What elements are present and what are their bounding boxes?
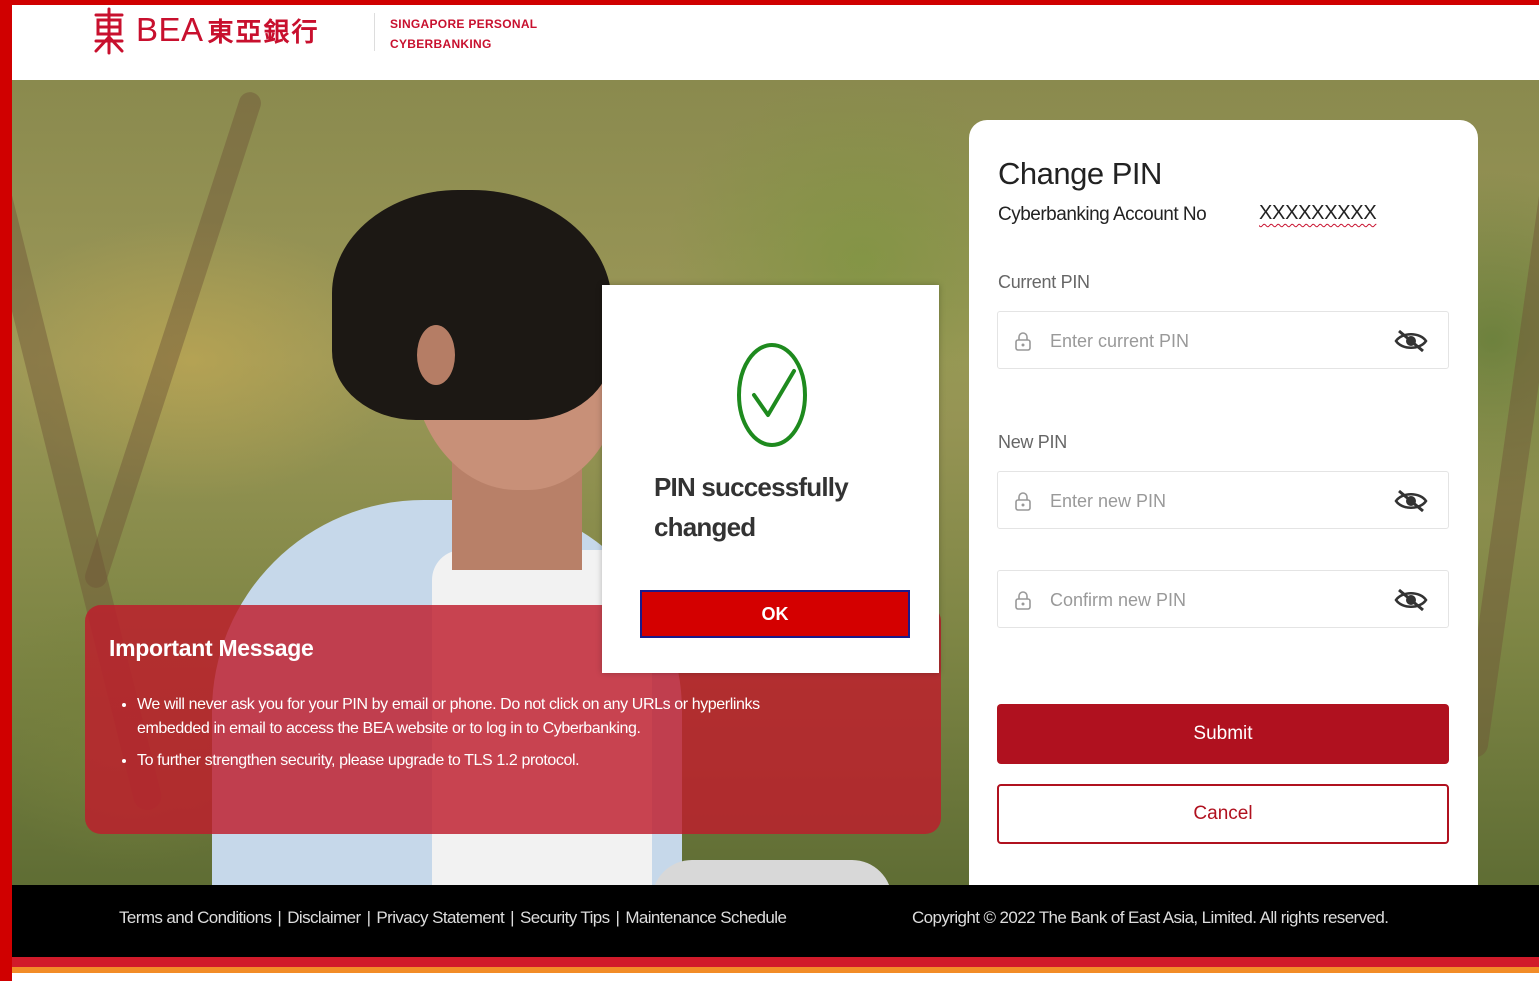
footer-link-terms[interactable]: Terms and Conditions: [119, 908, 272, 927]
current-pin-label: Current PIN: [998, 272, 1090, 292]
footer-stripe-red: [12, 957, 1539, 967]
lock-icon: [1015, 332, 1031, 351]
change-pin-card: Change PIN Cyberbanking Account No XXXXX…: [969, 120, 1478, 900]
footer-link-privacy[interactable]: Privacy Statement: [376, 908, 504, 927]
logo-text: BEA: [136, 11, 204, 48]
lock-icon: [1015, 591, 1031, 610]
footer-link-security-tips[interactable]: Security Tips: [520, 908, 610, 927]
footer-separator: |: [615, 908, 620, 927]
eye-slash-icon[interactable]: [1394, 328, 1428, 354]
footer-links: Terms and Conditions | Disclaimer | Privacy …: [119, 908, 787, 928]
important-message-title: Important Message: [109, 635, 314, 661]
page: BEA 東亞銀行 SINGAPORE PERSONAL CYBERBANKING …: [12, 5, 1539, 981]
new-pin-input[interactable]: [1048, 484, 1382, 518]
success-message: PIN successfully changed: [654, 472, 849, 542]
account-value: XXXXXXXXX: [1259, 202, 1377, 224]
footer-separator: |: [277, 908, 282, 927]
person-ear: [417, 325, 455, 385]
eye-slash-icon[interactable]: [1394, 587, 1428, 613]
important-message-item: We will never ask you for your PIN by em…: [137, 693, 817, 741]
footer: Terms and Conditions | Disclaimer | Privacy …: [12, 885, 1539, 957]
new-pin-field: [997, 471, 1449, 529]
tree-trunk: [82, 89, 264, 591]
footer-separator: |: [510, 908, 514, 927]
header-divider: [374, 13, 375, 51]
person-hair: [332, 190, 612, 420]
account-label: Cyberbanking Account No: [998, 204, 1207, 225]
page-title: Change PIN: [998, 156, 1162, 191]
footer-copyright: Copyright © 2022 The Bank of East Asia, …: [912, 908, 1389, 927]
new-pin-label: New PIN: [998, 432, 1067, 452]
footer-stripe-white: [12, 973, 1539, 981]
current-pin-field: [997, 311, 1449, 369]
footer-separator: |: [366, 908, 371, 927]
logo-chinese: 東亞銀行: [207, 18, 320, 48]
header-subtitle: SINGAPORE PERSONAL CYBERBANKING: [390, 14, 537, 54]
confirm-pin-field: [997, 570, 1449, 628]
cancel-button[interactable]: Cancel: [997, 784, 1449, 844]
header-subtitle-line2: CYBERBANKING: [390, 37, 492, 51]
header: BEA 東亞銀行 SINGAPORE PERSONAL CYBERBANKING: [12, 5, 1539, 80]
check-circle-icon: [737, 343, 807, 447]
logo-wordmark: BEA 東亞銀行: [136, 11, 320, 49]
confirm-pin-input[interactable]: [1048, 583, 1382, 617]
lock-icon: [1015, 492, 1031, 511]
important-message-list: We will never ask you for your PIN by em…: [119, 693, 817, 781]
bea-logo-icon: [94, 7, 124, 55]
important-message-item: To further strengthen security, please u…: [137, 749, 817, 773]
ok-button[interactable]: OK: [640, 590, 910, 638]
header-subtitle-line1: SINGAPORE PERSONAL: [390, 17, 538, 31]
footer-link-maintenance[interactable]: Maintenance Schedule: [625, 908, 787, 927]
footer-link-disclaimer[interactable]: Disclaimer: [287, 908, 361, 927]
eye-slash-icon[interactable]: [1394, 488, 1428, 514]
success-modal: PIN successfully changed OK: [602, 285, 939, 673]
submit-button[interactable]: Submit: [997, 704, 1449, 764]
current-pin-input[interactable]: [1048, 324, 1382, 358]
